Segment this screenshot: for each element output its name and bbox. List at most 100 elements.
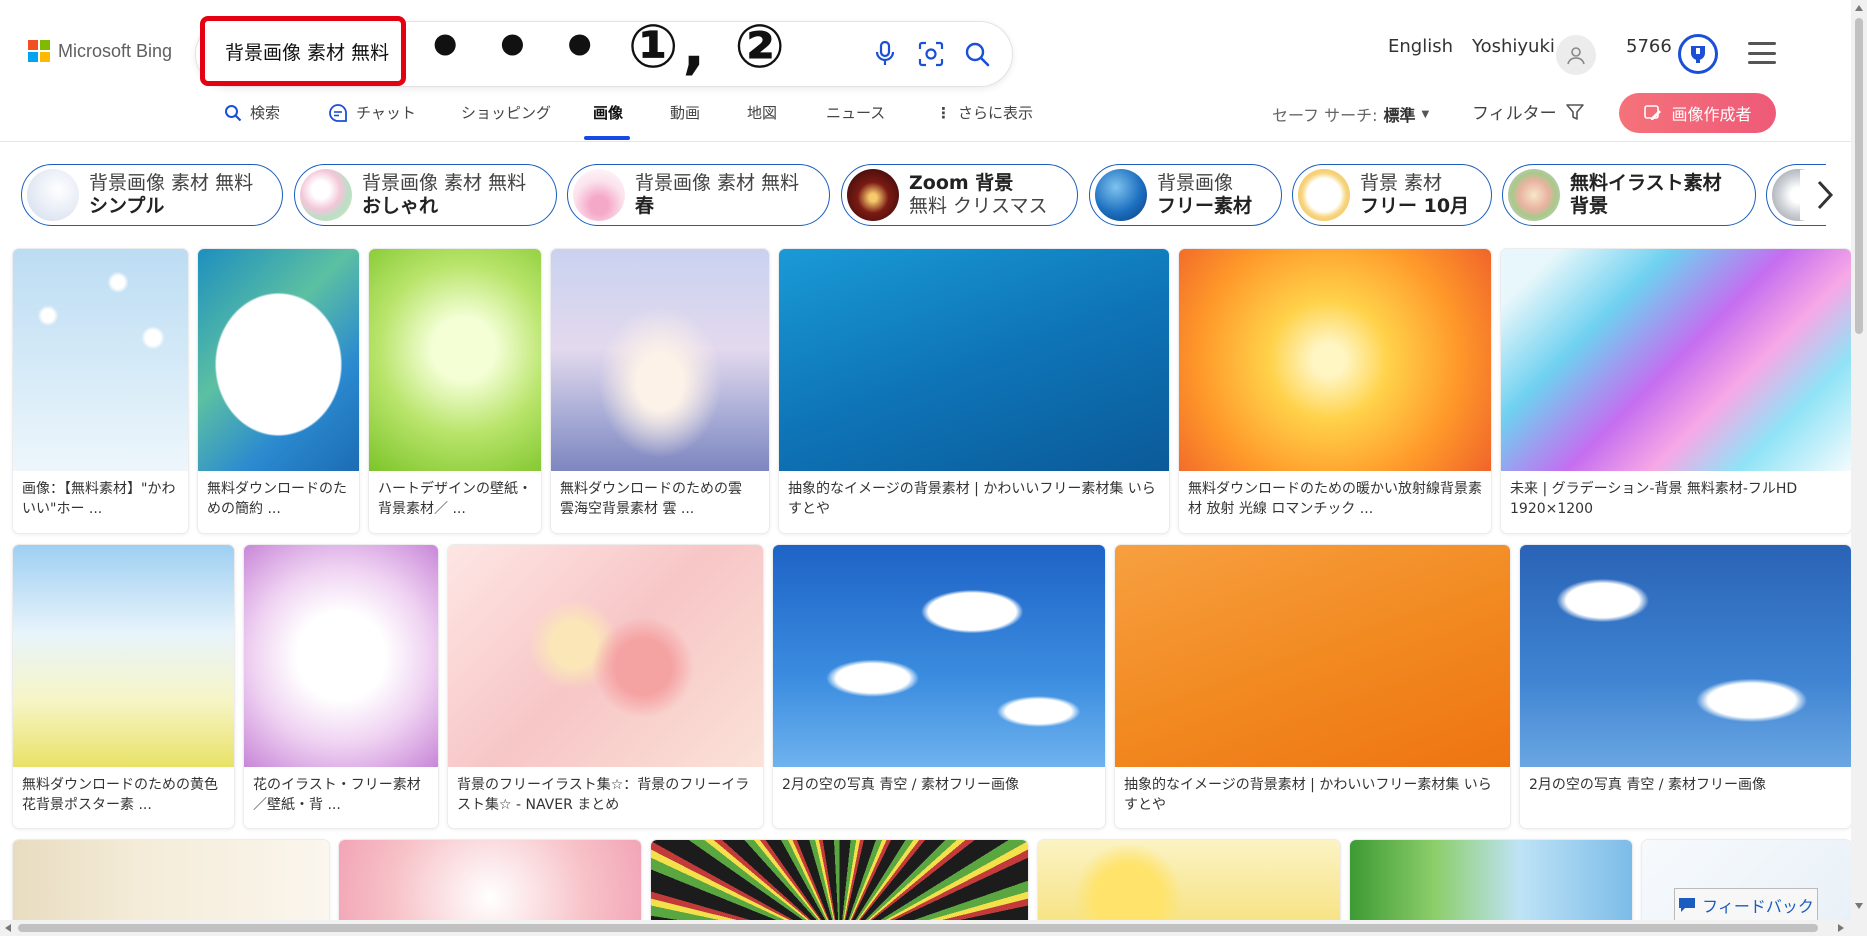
menu-icon[interactable] <box>1748 42 1776 64</box>
filter-label: フィルター <box>1472 104 1557 124</box>
filter-button[interactable]: フィルター <box>1472 99 1585 124</box>
result-image <box>198 249 359 471</box>
search-icon[interactable] <box>960 37 994 71</box>
image-result[interactable]: 無料ダウンロードのための雲 雲海空背景素材 雲 ... <box>551 249 769 533</box>
image-result[interactable]: 未来 | グラデーション-背景 無料素材-フルHD 1920×1200 <box>1501 249 1851 533</box>
result-caption: 無料ダウンロードのための雲 雲海空背景素材 雲 ... <box>560 481 742 517</box>
result-image <box>1179 249 1491 471</box>
image-result[interactable]: 花のイラスト・フリー素材／壁紙・背 ... <box>244 545 438 828</box>
feedback-button[interactable]: フィードバック <box>1674 888 1818 922</box>
image-result[interactable]: 無料ダウンロードのための暖かい放射線背景素材 放射 光線 ロマンチック ... <box>1179 249 1491 533</box>
result-image <box>551 249 769 471</box>
related-chip[interactable]: 背景画像 素材 無料春 <box>567 164 830 226</box>
result-caption: 無料ダウンロードのための暖かい放射線背景素材 放射 光線 ロマンチック ... <box>1188 481 1482 517</box>
tab-chat[interactable]: チャット <box>328 102 416 123</box>
tab-chat-label: チャット <box>356 104 416 122</box>
logo-text: Microsoft Bing <box>58 40 173 61</box>
tab-videos-label: 動画 <box>670 104 701 122</box>
tab-images[interactable]: 画像 <box>593 102 623 123</box>
related-line2: フリー 10月 <box>1360 195 1470 217</box>
image-result[interactable]: ハートデザインの壁紙・背景素材／ ... <box>369 249 541 533</box>
result-image <box>369 249 541 471</box>
related-chip[interactable]: 無料イラスト素材 背景 <box>1502 164 1756 226</box>
related-thumb <box>847 169 899 221</box>
tab-maps[interactable]: 地図 <box>747 102 777 123</box>
image-result[interactable]: 無料ダウンロードのための黄色花背景ポスター素 ... <box>13 545 234 828</box>
related-line2: 春 <box>635 195 655 217</box>
tab-shopping[interactable]: ショッピング <box>461 102 551 123</box>
feedback-label: フィードバック <box>1702 897 1814 916</box>
related-line1: 無料イラスト素材 <box>1570 172 1722 194</box>
search-query-highlighted[interactable]: 背景画像 素材 無料 <box>200 16 406 86</box>
vertical-scrollbar-thumb[interactable] <box>1855 18 1863 334</box>
related-line2: シンプル <box>89 195 165 217</box>
related-chip[interactable]: 背景 素材 フリー 10月 <box>1292 164 1492 226</box>
result-caption: 背景のフリーイラスト集☆：背景のフリーイラスト集☆ - NAVER まとめ <box>457 777 750 813</box>
result-caption: 2月の空の写真 青空 / 素材フリー画像 <box>782 777 1019 793</box>
result-image <box>1520 545 1851 767</box>
language-link[interactable]: English <box>1388 36 1453 57</box>
safesearch-value: 標準 <box>1383 106 1416 125</box>
related-thumb <box>300 169 352 221</box>
result-caption: ハートデザインの壁紙・背景素材／ ... <box>378 481 532 517</box>
tab-more-label: さらに表示 <box>958 104 1034 122</box>
image-result[interactable]: 無料ダウンロードのための簡約 ... <box>198 249 359 533</box>
reward-points[interactable]: 5766 <box>1626 36 1672 57</box>
image-result[interactable]: 抽象的なイメージの背景素材 | かわいいフリー素材集 いらすとや <box>1115 545 1510 828</box>
related-line2: おしゃれ <box>362 195 439 217</box>
chevron-down-icon: ▼ <box>1421 108 1430 120</box>
tab-videos[interactable]: 動画 <box>670 102 700 123</box>
bing-logo[interactable]: Microsoft Bing <box>28 40 172 62</box>
result-caption: 未来 | グラデーション-背景 無料素材-フルHD 1920×1200 <box>1510 481 1798 517</box>
related-line2: フリー素材 <box>1157 195 1253 217</box>
tab-search[interactable]: 検索 <box>224 102 280 123</box>
result-caption: 抽象的なイメージの背景素材 | かわいいフリー素材集 いらすとや <box>788 481 1156 517</box>
result-image <box>779 249 1169 471</box>
microsoft-logo-icon <box>28 40 50 62</box>
image-creator-button[interactable]: 画像作成者 <box>1619 93 1776 133</box>
result-image <box>244 545 438 767</box>
related-line1: Zoom 背景 <box>909 172 1014 194</box>
image-result[interactable]: 2月の空の写真 青空 / 素材フリー画像 <box>773 545 1105 828</box>
filter-icon <box>1565 103 1584 120</box>
tab-more[interactable]: ⋮ さらに表示 <box>936 102 1033 123</box>
tab-news[interactable]: ニュース <box>826 102 885 123</box>
image-creator-label: 画像作成者 <box>1671 105 1752 124</box>
result-image <box>13 249 188 471</box>
tab-shopping-label: ショッピング <box>461 104 552 122</box>
horizontal-scrollbar-thumb[interactable] <box>18 924 1818 932</box>
related-chip[interactable]: 背景画像 素材 無料 おしゃれ <box>294 164 557 226</box>
user-name[interactable]: Yoshiyuki <box>1472 36 1555 57</box>
active-tab-indicator <box>584 136 630 140</box>
search-icon <box>225 104 242 121</box>
related-chip[interactable]: 背景画像 素材 無料 シンプル <box>21 164 283 226</box>
microphone-icon[interactable] <box>868 37 902 71</box>
search-query-text: 背景画像 素材 無料 <box>225 41 390 64</box>
horizontal-scrollbar[interactable] <box>0 920 1851 936</box>
rewards-icon[interactable] <box>1678 34 1718 74</box>
image-result[interactable]: 画像：【無料素材】"かわいい"ホー ... <box>13 249 188 533</box>
related-thumb <box>1095 169 1147 221</box>
image-result[interactable]: 2月の空の写真 青空 / 素材フリー画像 <box>1520 545 1851 828</box>
tab-search-label: 検索 <box>250 104 281 122</box>
result-caption: 無料ダウンロードのための簡約 ... <box>207 481 347 517</box>
vertical-scrollbar[interactable] <box>1851 0 1867 936</box>
image-result[interactable]: 抽象的なイメージの背景素材 | かわいいフリー素材集 いらすとや <box>779 249 1169 533</box>
tab-news-label: ニュース <box>826 104 886 122</box>
chat-icon <box>329 103 347 122</box>
feedback-icon <box>1679 898 1696 912</box>
chevron-right-icon[interactable] <box>1800 170 1850 220</box>
bing-image-search-page: Microsoft Bing 背景画像 素材 無料 • • • ①, ② Eng… <box>0 0 1867 936</box>
result-image <box>773 545 1105 767</box>
related-chip[interactable]: 背景画像 フリー素材 <box>1089 164 1282 226</box>
image-result[interactable]: 背景のフリーイラスト集☆：背景のフリーイラスト集☆ - NAVER まとめ <box>448 545 763 828</box>
related-line1: 背景画像 素材 無料 <box>89 172 254 194</box>
more-icon: ⋮ <box>936 103 951 122</box>
related-thumb <box>573 169 625 221</box>
related-chip[interactable]: Zoom 背景 無料 クリスマス <box>841 164 1078 226</box>
user-icon[interactable] <box>1556 35 1596 75</box>
visual-search-icon[interactable] <box>914 37 948 71</box>
related-line1: 背景 素材 <box>1360 172 1443 194</box>
result-image <box>448 545 763 767</box>
safesearch-dropdown[interactable]: セーフ サーチ: 標準 ▼ <box>1272 102 1429 126</box>
